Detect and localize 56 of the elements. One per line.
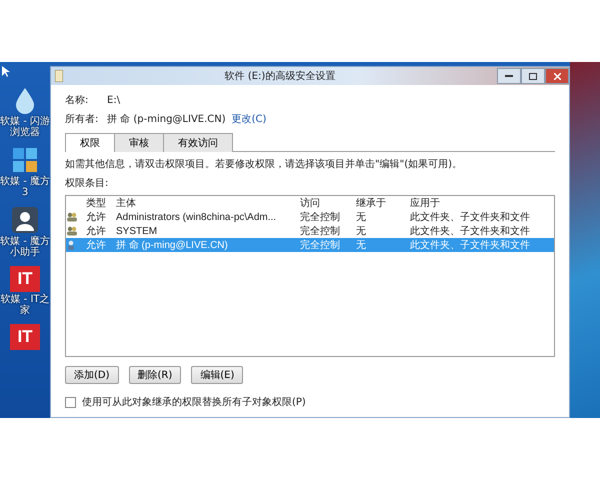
minimize-icon [505,75,513,77]
table-cell-text: 此文件夹、子文件夹和文件 [410,224,531,238]
tab[interactable]: 有效访问 [163,133,233,152]
table-cell-text: 无 [356,238,367,252]
field-label: 名称: [65,94,90,107]
field-label: 所有者: [65,112,100,126]
table-cell-text: SYSTEM [116,224,158,238]
table-cell-text: 此文件夹、子文件夹和文件 [410,210,531,224]
tiles-icon [11,146,39,174]
window-title: 软件 (E:)的高级安全设置 [224,70,336,83]
maximize-icon [529,72,537,80]
column-header[interactable]: 访问 [300,196,356,210]
table-cell-text: 完全控制 [300,210,341,224]
user-icon [66,240,76,250]
tab[interactable]: 审核 [114,133,164,152]
cursor-icon [2,66,10,78]
table-row[interactable]: 允许 Administrators (win8china-pc\Adm... 完全控制 无 此文件夹、子文件夹和文件 [66,210,554,224]
desktop-icon-label[interactable]: 软媒 - 闪游浏览器 [0,116,50,138]
table-cell-text: 允许 [86,238,107,252]
table-cell-text: 完全控制 [300,238,341,252]
person-icon [11,206,39,234]
table-cell-text: 允许 [86,224,107,238]
info-text: 如需其他信息，请双击权限项目。若要修改权限，请选择该项目并单击"编辑"(如果可用)。 [65,158,464,171]
action-button[interactable]: 删除(R) [128,366,182,384]
action-button[interactable]: 编辑(E) [191,366,244,384]
table-cell-text: Administrators (win8china-pc\Adm... [116,210,278,224]
table-cell-text: 无 [356,224,367,238]
minimize-button[interactable] [497,68,521,84]
table-cell-text: 无 [356,210,367,224]
column-header[interactable]: 应用于 [410,196,538,210]
column-header[interactable]: 主体 [116,196,300,210]
action-button[interactable]: 添加(D) [65,366,119,384]
maximize-button[interactable] [521,68,545,84]
logo-icon[interactable]: IT [10,324,40,350]
table-cell-text: 完全控制 [300,224,341,238]
table-cell-text: 拼 命 (p-ming@LIVE.CN) [116,238,229,252]
group-icon [66,226,78,236]
group-icon [66,212,78,222]
desktop-icon-label[interactable]: 软媒 - IT之家 [0,294,50,316]
table-cell-text: 此文件夹、子文件夹和文件 [410,238,531,252]
checkbox-label[interactable]: 使用可从此对象继承的权限替换所有子对象权限(P) [82,395,306,409]
tab[interactable]: 权限 [65,133,115,152]
change-link[interactable]: 更改(C) [232,112,266,126]
field-value: 拼 命 (p-ming@LIVE.CN) [107,113,226,126]
close-icon [554,72,560,80]
table-cell-text: 允许 [86,210,107,224]
desktop-icon-label[interactable]: 软媒 - 魔方小助手 [0,236,50,258]
field-value: E:\ [107,94,120,106]
desktop-icon-label[interactable]: 软媒 - 魔方3 [0,176,50,198]
logo-icon[interactable]: IT [10,266,40,292]
close-button[interactable] [545,68,569,84]
list-label: 权限条目: [65,176,110,190]
column-header[interactable]: 继承于 [356,196,410,210]
table-row[interactable]: 允许 SYSTEM 完全控制 无 此文件夹、子文件夹和文件 [66,224,554,238]
column-header[interactable]: 类型 [86,196,116,210]
checkbox[interactable] [65,396,76,408]
